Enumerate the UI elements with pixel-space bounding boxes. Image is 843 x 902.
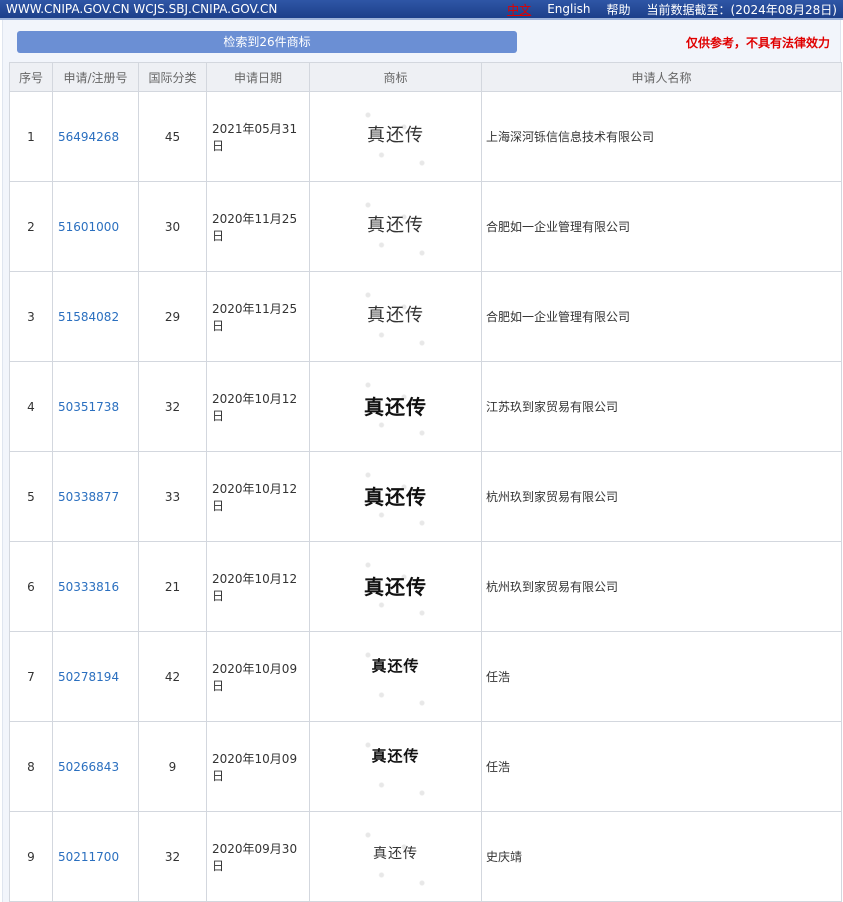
top-bar: WWW.CNIPA.GOV.CN WCJS.SBJ.CNIPA.GOV.CN 中… [0, 0, 843, 20]
row-class: 9 [138, 721, 207, 812]
header-reg-number: 申请/注册号 [52, 62, 139, 92]
row-applicant: 任浩 [481, 631, 842, 722]
table-row: 7 50278194 42 2020年10月09日 真还传 任浩 [9, 631, 842, 722]
language-chinese-link[interactable]: 中文 [507, 1, 531, 18]
row-date: 2020年09月30日 [206, 811, 310, 902]
trademark-image[interactable]: 真还传 [309, 811, 482, 902]
results-table: 序号 申请/注册号 国际分类 申请日期 商标 申请人名称 1 56494268 … [9, 62, 842, 902]
language-english-link[interactable]: English [547, 2, 590, 16]
row-class: 33 [138, 451, 207, 542]
trademark-image[interactable]: 真还传 [309, 541, 482, 632]
reg-number-link[interactable]: 50266843 [52, 721, 139, 812]
row-class: 29 [138, 271, 207, 362]
trademark-text: 真还传 [364, 394, 427, 419]
row-applicant: 杭州玖到家贸易有限公司 [481, 541, 842, 632]
row-seq: 6 [9, 541, 53, 632]
top-links: 中文 English 帮助 当前数据截至：(2024年08月28日) [507, 1, 837, 18]
table-header-row: 序号 申请/注册号 国际分类 申请日期 商标 申请人名称 [9, 62, 842, 92]
row-seq: 7 [9, 631, 53, 722]
row-date: 2021年05月31日 [206, 91, 310, 182]
watermark-icon [350, 728, 440, 809]
trademark-image[interactable]: 真还传 [309, 451, 482, 542]
row-applicant: 合肥如一企业管理有限公司 [481, 181, 842, 272]
row-class: 21 [138, 541, 207, 632]
row-date: 2020年10月09日 [206, 631, 310, 722]
row-seq: 5 [9, 451, 53, 542]
row-date: 2020年10月12日 [206, 451, 310, 542]
trademark-text: 真还传 [364, 484, 427, 509]
row-seq: 1 [9, 91, 53, 182]
table-row: 9 50211700 32 2020年09月30日 真还传 史庆靖 [9, 811, 842, 902]
row-applicant: 上海深河铄信信息技术有限公司 [481, 91, 842, 182]
results-panel: 检索到26件商标 仅供参考，不具有法律效力 序号 申请/注册号 国际分类 申请日… [2, 20, 842, 902]
row-date: 2020年10月12日 [206, 361, 310, 452]
row-date: 2020年10月09日 [206, 721, 310, 812]
reg-number-link[interactable]: 50333816 [52, 541, 139, 632]
row-applicant: 任浩 [481, 721, 842, 812]
row-date: 2020年11月25日 [206, 181, 310, 272]
table-row: 5 50338877 33 2020年10月12日 真还传 杭州玖到家贸易有限公… [9, 451, 842, 542]
row-class: 30 [138, 181, 207, 272]
reg-number-link[interactable]: 56494268 [52, 91, 139, 182]
row-class: 42 [138, 631, 207, 722]
row-seq: 3 [9, 271, 53, 362]
result-count-button[interactable]: 检索到26件商标 [17, 31, 517, 53]
row-applicant: 江苏玖到家贸易有限公司 [481, 361, 842, 452]
help-link[interactable]: 帮助 [607, 1, 631, 18]
trademark-text: 真还传 [367, 304, 424, 326]
row-class: 32 [138, 811, 207, 902]
trademark-text: 真还传 [373, 845, 418, 862]
row-class: 45 [138, 91, 207, 182]
reg-number-link[interactable]: 51584082 [52, 271, 139, 362]
table-row: 3 51584082 29 2020年11月25日 真还传 合肥如一企业管理有限… [9, 271, 842, 362]
watermark-icon [350, 638, 440, 719]
summary-row: 检索到26件商标 仅供参考，不具有法律效力 [3, 20, 840, 62]
header-mark: 商标 [309, 62, 482, 92]
trademark-text: 真还传 [364, 574, 427, 599]
reg-number-link[interactable]: 50338877 [52, 451, 139, 542]
table-row: 6 50333816 21 2020年10月12日 真还传 杭州玖到家贸易有限公… [9, 541, 842, 632]
row-seq: 9 [9, 811, 53, 902]
reg-number-link[interactable]: 51601000 [52, 181, 139, 272]
row-seq: 8 [9, 721, 53, 812]
trademark-image[interactable]: 真还传 [309, 721, 482, 812]
trademark-text: 真还传 [367, 214, 424, 236]
trademark-text: 真还传 [367, 124, 424, 146]
site-domains: WWW.CNIPA.GOV.CN WCJS.SBJ.CNIPA.GOV.CN [6, 2, 278, 16]
row-date: 2020年10月12日 [206, 541, 310, 632]
row-seq: 4 [9, 361, 53, 452]
legal-notice: 仅供参考，不具有法律效力 [685, 36, 830, 50]
reg-number-link[interactable]: 50278194 [52, 631, 139, 722]
row-seq: 2 [9, 181, 53, 272]
table-row: 4 50351738 32 2020年10月12日 真还传 江苏玖到家贸易有限公… [9, 361, 842, 452]
header-seq: 序号 [9, 62, 53, 92]
reg-number-link[interactable]: 50351738 [52, 361, 139, 452]
table-row: 1 56494268 45 2021年05月31日 真还传 上海深河铄信信息技术… [9, 91, 842, 182]
row-class: 32 [138, 361, 207, 452]
trademark-text: 真还传 [371, 656, 420, 675]
trademark-text: 真还传 [371, 746, 420, 765]
data-as-of: 当前数据截至：(2024年08月28日) [646, 2, 837, 17]
trademark-image[interactable]: 真还传 [309, 181, 482, 272]
row-applicant: 杭州玖到家贸易有限公司 [481, 451, 842, 542]
trademark-image[interactable]: 真还传 [309, 631, 482, 722]
trademark-image[interactable]: 真还传 [309, 91, 482, 182]
trademark-image[interactable]: 真还传 [309, 271, 482, 362]
header-applicant: 申请人名称 [481, 62, 842, 92]
row-applicant: 史庆靖 [481, 811, 842, 902]
row-applicant: 合肥如一企业管理有限公司 [481, 271, 842, 362]
header-class: 国际分类 [138, 62, 207, 92]
table-row: 2 51601000 30 2020年11月25日 真还传 合肥如一企业管理有限… [9, 181, 842, 272]
row-date: 2020年11月25日 [206, 271, 310, 362]
reg-number-link[interactable]: 50211700 [52, 811, 139, 902]
trademark-image[interactable]: 真还传 [309, 361, 482, 452]
header-date: 申请日期 [206, 62, 310, 92]
table-row: 8 50266843 9 2020年10月09日 真还传 任浩 [9, 721, 842, 812]
